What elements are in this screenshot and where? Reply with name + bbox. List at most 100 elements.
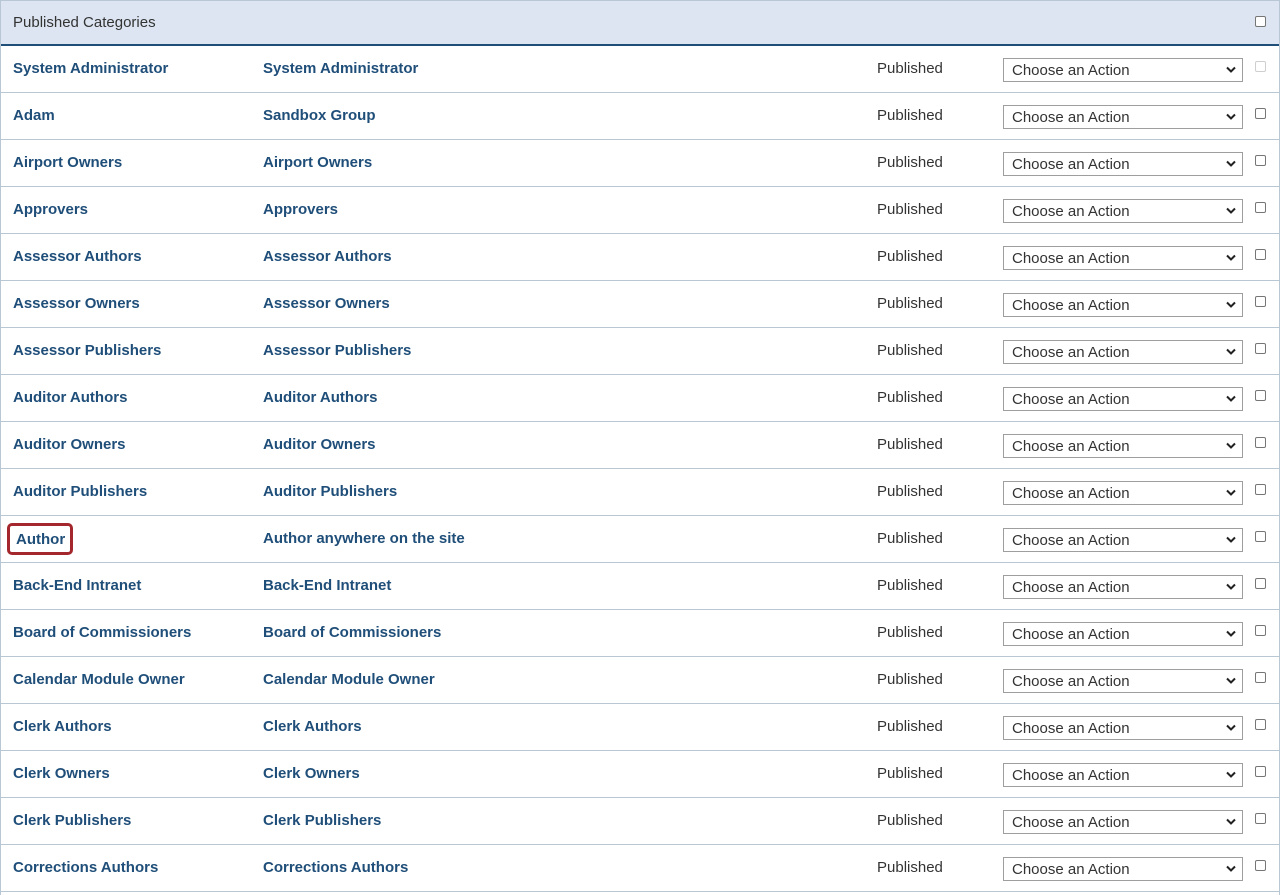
- row-checkbox[interactable]: [1255, 437, 1266, 448]
- category-description-link[interactable]: Author anywhere on the site: [263, 530, 465, 547]
- chevron-down-icon: [1226, 630, 1236, 637]
- action-select[interactable]: Choose an Action: [1003, 669, 1243, 693]
- category-description-link[interactable]: Sandbox Group: [263, 107, 376, 124]
- category-name-link[interactable]: Author: [7, 523, 74, 555]
- action-select[interactable]: Choose an Action: [1003, 575, 1243, 599]
- action-select-value: Choose an Action: [1012, 391, 1130, 408]
- table-row: Auditor Authors Auditor Authors Published C…: [1, 375, 1279, 422]
- category-description-link[interactable]: Calendar Module Owner: [263, 671, 435, 688]
- category-description-link[interactable]: Airport Owners: [263, 154, 372, 171]
- category-name-link[interactable]: Board of Commissioners: [13, 624, 191, 641]
- category-name-link[interactable]: Clerk Authors: [13, 718, 112, 735]
- category-description-link[interactable]: Assessor Authors: [263, 248, 392, 265]
- row-checkbox[interactable]: [1255, 672, 1266, 683]
- category-name-link[interactable]: Auditor Authors: [13, 389, 127, 406]
- row-checkbox[interactable]: [1255, 766, 1266, 777]
- category-name-link[interactable]: Calendar Module Owner: [13, 671, 185, 688]
- category-description-link[interactable]: Assessor Owners: [263, 295, 390, 312]
- action-select[interactable]: Choose an Action: [1003, 857, 1243, 881]
- status-text: Published: [877, 671, 943, 688]
- table-row: Clerk Authors Clerk Authors Published Choos…: [1, 704, 1279, 751]
- action-select[interactable]: Choose an Action: [1003, 199, 1243, 223]
- status-text: Published: [877, 295, 943, 312]
- chevron-down-icon: [1226, 207, 1236, 214]
- action-select-value: Choose an Action: [1012, 814, 1130, 831]
- action-select[interactable]: Choose an Action: [1003, 434, 1243, 458]
- chevron-down-icon: [1226, 489, 1236, 496]
- action-select-value: Choose an Action: [1012, 438, 1130, 455]
- category-description-link[interactable]: Back-End Intranet: [263, 577, 391, 594]
- status-text: Published: [877, 530, 943, 547]
- row-checkbox[interactable]: [1255, 108, 1266, 119]
- table-row: Corrections Authors Corrections Authors Pu…: [1, 845, 1279, 892]
- action-select-value: Choose an Action: [1012, 532, 1130, 549]
- row-checkbox[interactable]: [1255, 249, 1266, 260]
- row-checkbox[interactable]: [1255, 719, 1266, 730]
- action-select[interactable]: Choose an Action: [1003, 622, 1243, 646]
- category-description-link[interactable]: System Administrator: [263, 60, 418, 77]
- row-checkbox[interactable]: [1255, 813, 1266, 824]
- category-description-link[interactable]: Assessor Publishers: [263, 342, 411, 359]
- panel-header: Published Categories: [1, 0, 1279, 46]
- category-description-link[interactable]: Board of Commissioners: [263, 624, 441, 641]
- action-select[interactable]: Choose an Action: [1003, 810, 1243, 834]
- chevron-down-icon: [1226, 113, 1236, 120]
- category-description-link[interactable]: Auditor Authors: [263, 389, 377, 406]
- action-select[interactable]: Choose an Action: [1003, 152, 1243, 176]
- row-checkbox[interactable]: [1255, 390, 1266, 401]
- action-select[interactable]: Choose an Action: [1003, 340, 1243, 364]
- category-name-link[interactable]: System Administrator: [13, 60, 168, 77]
- row-checkbox[interactable]: [1255, 296, 1266, 307]
- table-row: Auditor Publishers Auditor Publishers Publ…: [1, 469, 1279, 516]
- chevron-down-icon: [1226, 348, 1236, 355]
- action-select[interactable]: Choose an Action: [1003, 763, 1243, 787]
- action-select[interactable]: Choose an Action: [1003, 481, 1243, 505]
- action-select-value: Choose an Action: [1012, 861, 1130, 878]
- action-select[interactable]: Choose an Action: [1003, 716, 1243, 740]
- chevron-down-icon: [1226, 395, 1236, 402]
- category-description-link[interactable]: Auditor Publishers: [263, 483, 397, 500]
- row-checkbox[interactable]: [1255, 484, 1266, 495]
- action-select[interactable]: Choose an Action: [1003, 246, 1243, 270]
- table-row: Clerk Owners Clerk Owners Published Choose …: [1, 751, 1279, 798]
- category-name-link[interactable]: Auditor Owners: [13, 436, 126, 453]
- category-name-link[interactable]: Assessor Publishers: [13, 342, 161, 359]
- status-text: Published: [877, 577, 943, 594]
- category-name-link[interactable]: Airport Owners: [13, 154, 122, 171]
- category-description-link[interactable]: Clerk Authors: [263, 718, 362, 735]
- row-checkbox[interactable]: [1255, 202, 1266, 213]
- category-description-link[interactable]: Approvers: [263, 201, 338, 218]
- category-name-link[interactable]: Assessor Authors: [13, 248, 142, 265]
- chevron-down-icon: [1226, 254, 1236, 261]
- action-select[interactable]: Choose an Action: [1003, 293, 1243, 317]
- category-name-link[interactable]: Clerk Publishers: [13, 812, 131, 829]
- row-checkbox[interactable]: [1255, 860, 1266, 871]
- category-name-link[interactable]: Corrections Authors: [13, 859, 158, 876]
- category-description-link[interactable]: Clerk Owners: [263, 765, 360, 782]
- row-checkbox[interactable]: [1255, 531, 1266, 542]
- status-text: Published: [877, 107, 943, 124]
- category-name-link[interactable]: Back-End Intranet: [13, 577, 141, 594]
- category-name-link[interactable]: Auditor Publishers: [13, 483, 147, 500]
- category-list: System Administrator System Administrator…: [1, 46, 1279, 892]
- row-checkbox[interactable]: [1255, 625, 1266, 636]
- category-name-link[interactable]: Adam: [13, 107, 55, 124]
- row-checkbox[interactable]: [1255, 343, 1266, 354]
- action-select[interactable]: Choose an Action: [1003, 58, 1243, 82]
- category-name-link[interactable]: Approvers: [13, 201, 88, 218]
- category-name-link[interactable]: Clerk Owners: [13, 765, 110, 782]
- chevron-down-icon: [1226, 771, 1236, 778]
- row-checkbox[interactable]: [1255, 578, 1266, 589]
- category-name-link[interactable]: Assessor Owners: [13, 295, 140, 312]
- action-select-value: Choose an Action: [1012, 626, 1130, 643]
- action-select[interactable]: Choose an Action: [1003, 387, 1243, 411]
- select-all-checkbox[interactable]: [1255, 16, 1266, 27]
- status-text: Published: [877, 342, 943, 359]
- category-description-link[interactable]: Clerk Publishers: [263, 812, 381, 829]
- category-description-link[interactable]: Corrections Authors: [263, 859, 408, 876]
- action-select[interactable]: Choose an Action: [1003, 105, 1243, 129]
- action-select-value: Choose an Action: [1012, 109, 1130, 126]
- category-description-link[interactable]: Auditor Owners: [263, 436, 376, 453]
- action-select[interactable]: Choose an Action: [1003, 528, 1243, 552]
- row-checkbox[interactable]: [1255, 155, 1266, 166]
